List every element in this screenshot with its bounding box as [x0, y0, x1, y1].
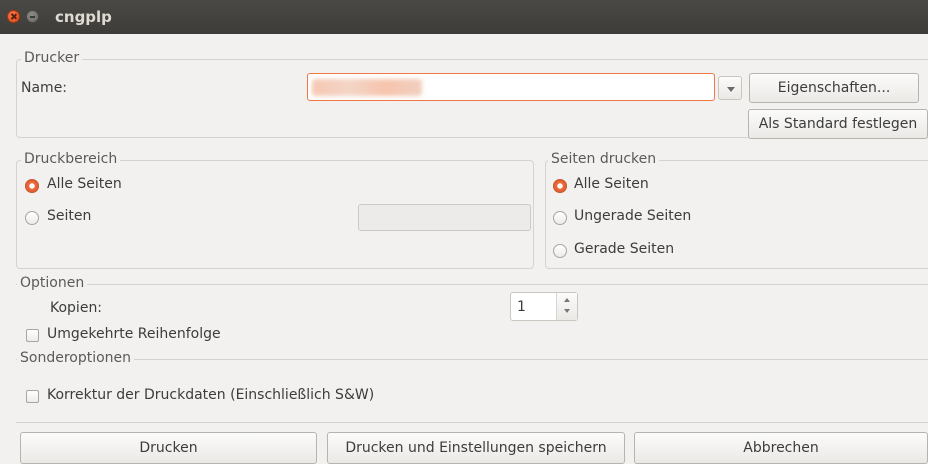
radio-pages[interactable] [25, 211, 39, 225]
print-range-legend: Druckbereich [21, 151, 121, 167]
special-options-legend: Sonderoptionen [17, 350, 135, 366]
close-icon[interactable] [7, 10, 20, 23]
decrement-icon[interactable] [557, 306, 577, 319]
print-and-save-button[interactable]: Drucken und Einstellungen speichern [327, 432, 625, 464]
correction-label[interactable]: Korrektur der Druckdaten (Einschließlich… [47, 387, 374, 403]
cancel-button[interactable]: Abbrechen [634, 432, 928, 464]
radio-all-print-pages[interactable] [553, 179, 567, 193]
printer-name-label: Name: [21, 80, 68, 96]
radio-odd-pages-label[interactable]: Ungerade Seiten [574, 208, 691, 224]
radio-all-pages-label[interactable]: Alle Seiten [47, 176, 122, 192]
copies-spin-buttons [556, 293, 577, 320]
reverse-order-label[interactable]: Umgekehrte Reihenfolge [47, 326, 221, 342]
pages-input [358, 204, 531, 231]
copies-label: Kopien: [50, 300, 103, 316]
print-button[interactable]: Drucken [20, 432, 317, 464]
reverse-order-checkbox[interactable] [26, 329, 39, 342]
title-bar: cngplp [0, 0, 928, 34]
radio-pages-label[interactable]: Seiten [47, 208, 91, 224]
minimize-icon[interactable] [26, 10, 39, 23]
options-legend: Optionen [17, 275, 88, 291]
chevron-down-icon[interactable] [718, 76, 742, 100]
correction-checkbox[interactable] [26, 390, 39, 403]
radio-all-print-pages-label[interactable]: Alle Seiten [574, 176, 649, 192]
radio-all-pages[interactable] [25, 179, 39, 193]
printer-name-combo[interactable] [307, 73, 715, 101]
radio-even-pages[interactable] [553, 244, 567, 258]
copies-value[interactable]: 1 [517, 299, 526, 315]
printer-name-value [312, 79, 422, 96]
radio-even-pages-label[interactable]: Gerade Seiten [574, 241, 674, 257]
properties-button[interactable]: Eigenschaften... [749, 73, 919, 103]
increment-icon[interactable] [557, 293, 577, 306]
set-default-button[interactable]: Als Standard festlegen [748, 109, 928, 139]
copies-spinner[interactable]: 1 [510, 292, 578, 321]
radio-odd-pages[interactable] [553, 211, 567, 225]
printer-legend: Drucker [21, 50, 83, 66]
print-pages-legend: Seiten drucken [548, 151, 660, 167]
window-title: cngplp [55, 8, 112, 26]
